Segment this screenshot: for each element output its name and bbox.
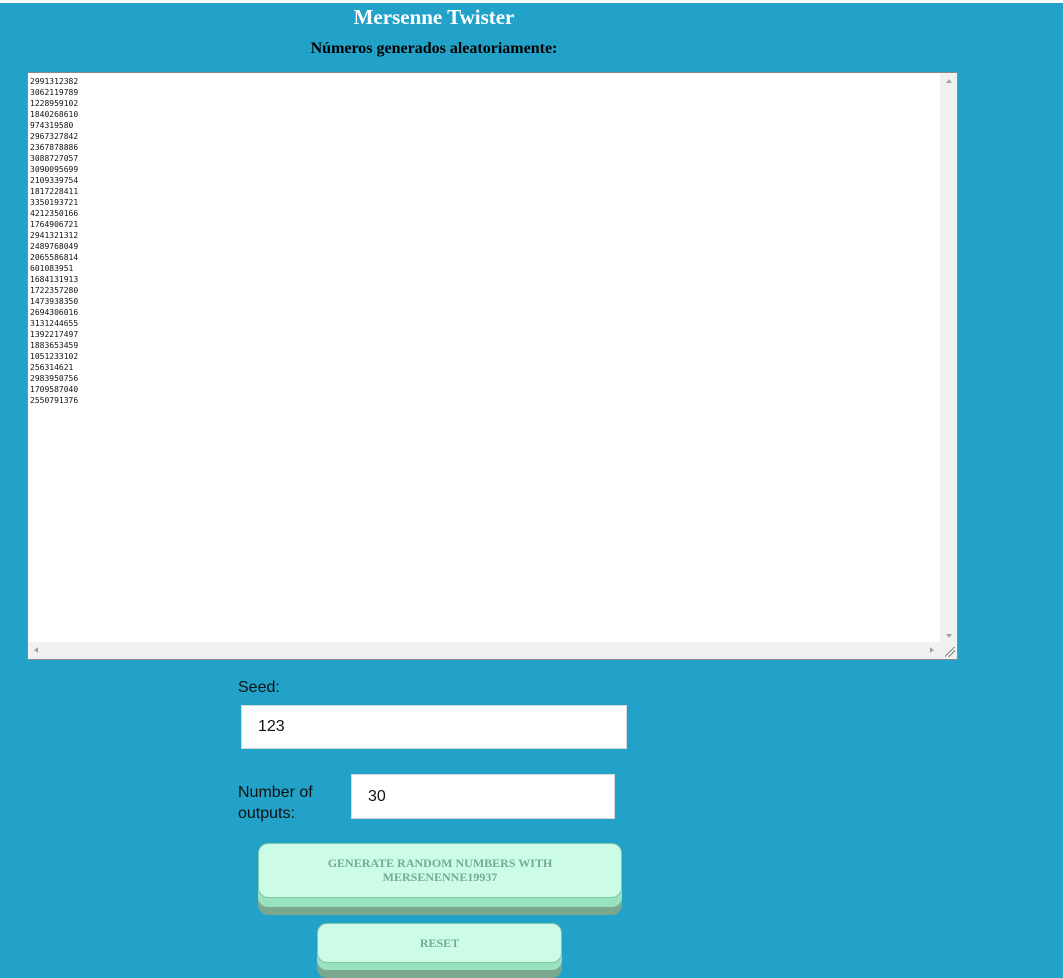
scroll-left-icon[interactable]	[34, 647, 38, 653]
number-of-outputs-input[interactable]	[351, 774, 615, 819]
random-number-line: 2983950756	[30, 374, 79, 383]
generate-button-label-line1: GENERATE RANDOM NUMBERS WITH	[327, 856, 553, 870]
scroll-right-icon[interactable]	[930, 647, 934, 653]
scroll-up-icon[interactable]	[946, 79, 952, 83]
random-number-line: 1709587040	[30, 385, 79, 394]
random-number-line: 2065586814	[30, 253, 79, 262]
number-of-outputs-label: Number of outputs:	[238, 782, 313, 824]
random-number-line: 2991312382	[30, 77, 79, 86]
random-number-line: 1051233102	[30, 352, 79, 361]
random-number-line: 2367878886	[30, 143, 79, 152]
seed-label: Seed:	[238, 679, 280, 696]
random-number-line: 1392217497	[30, 330, 79, 339]
random-number-line: 3090095699	[30, 165, 79, 174]
random-number-line: 2941321312	[30, 231, 79, 240]
horizontal-scrollbar[interactable]	[28, 642, 940, 659]
random-number-line: 2967327842	[30, 132, 79, 141]
random-number-line: 3350193721	[30, 198, 79, 207]
seed-input[interactable]	[241, 705, 627, 749]
random-number-line: 1473938350	[30, 297, 79, 306]
random-number-line: 974319580	[30, 121, 74, 130]
random-number-line: 1883653459	[30, 341, 79, 350]
random-number-line: 2694306016	[30, 308, 79, 317]
number-of-outputs-label-line1: Number of	[238, 784, 313, 801]
generate-button-stack: GENERATE RANDOM NUMBERS WITH MERSENENNE1…	[258, 843, 622, 916]
random-number-line: 256314621	[30, 363, 74, 372]
random-numbers-list: 2991312382 3062119789 1228959102 1840268610…	[30, 76, 78, 406]
random-number-line: 1228959102	[30, 99, 79, 108]
random-number-line: 2550791376	[30, 396, 79, 405]
random-number-line: 1764906721	[30, 220, 79, 229]
random-number-line: 1722357280	[30, 286, 79, 295]
generate-random-numbers-button[interactable]: GENERATE RANDOM NUMBERS WITH MERSENENNE1…	[258, 843, 622, 898]
page-background: Mersenne Twister Números generados aleat…	[0, 3, 1063, 978]
random-number-line: 3131244655	[30, 319, 79, 328]
generate-button-label-line2: MERSENENNE19937	[382, 870, 498, 884]
page-subtitle: Números generados aleatoriamente:	[310, 40, 558, 57]
random-numbers-output[interactable]: 2991312382 3062119789 1228959102 1840268610…	[27, 72, 958, 660]
page-title: Mersenne Twister	[353, 5, 515, 29]
scroll-down-icon[interactable]	[946, 634, 952, 638]
random-number-line: 3062119789	[30, 88, 79, 97]
number-of-outputs-label-line2: outputs:	[238, 805, 295, 822]
reset-button-stack: RESET	[317, 923, 562, 978]
vertical-scrollbar[interactable]	[940, 73, 957, 644]
random-number-line: 3088727057	[30, 154, 79, 163]
scroll-corner	[940, 642, 957, 659]
random-number-line: 1817228411	[30, 187, 79, 196]
resize-grip-icon[interactable]	[945, 647, 955, 657]
random-number-line: 2109339754	[30, 176, 79, 185]
random-number-line: 1684131913	[30, 275, 79, 284]
random-number-line: 4212350166	[30, 209, 79, 218]
random-number-line: 1840268610	[30, 110, 79, 119]
random-number-line: 601083951	[30, 264, 74, 273]
random-number-line: 2489768049	[30, 242, 79, 251]
reset-button[interactable]: RESET	[317, 923, 562, 963]
